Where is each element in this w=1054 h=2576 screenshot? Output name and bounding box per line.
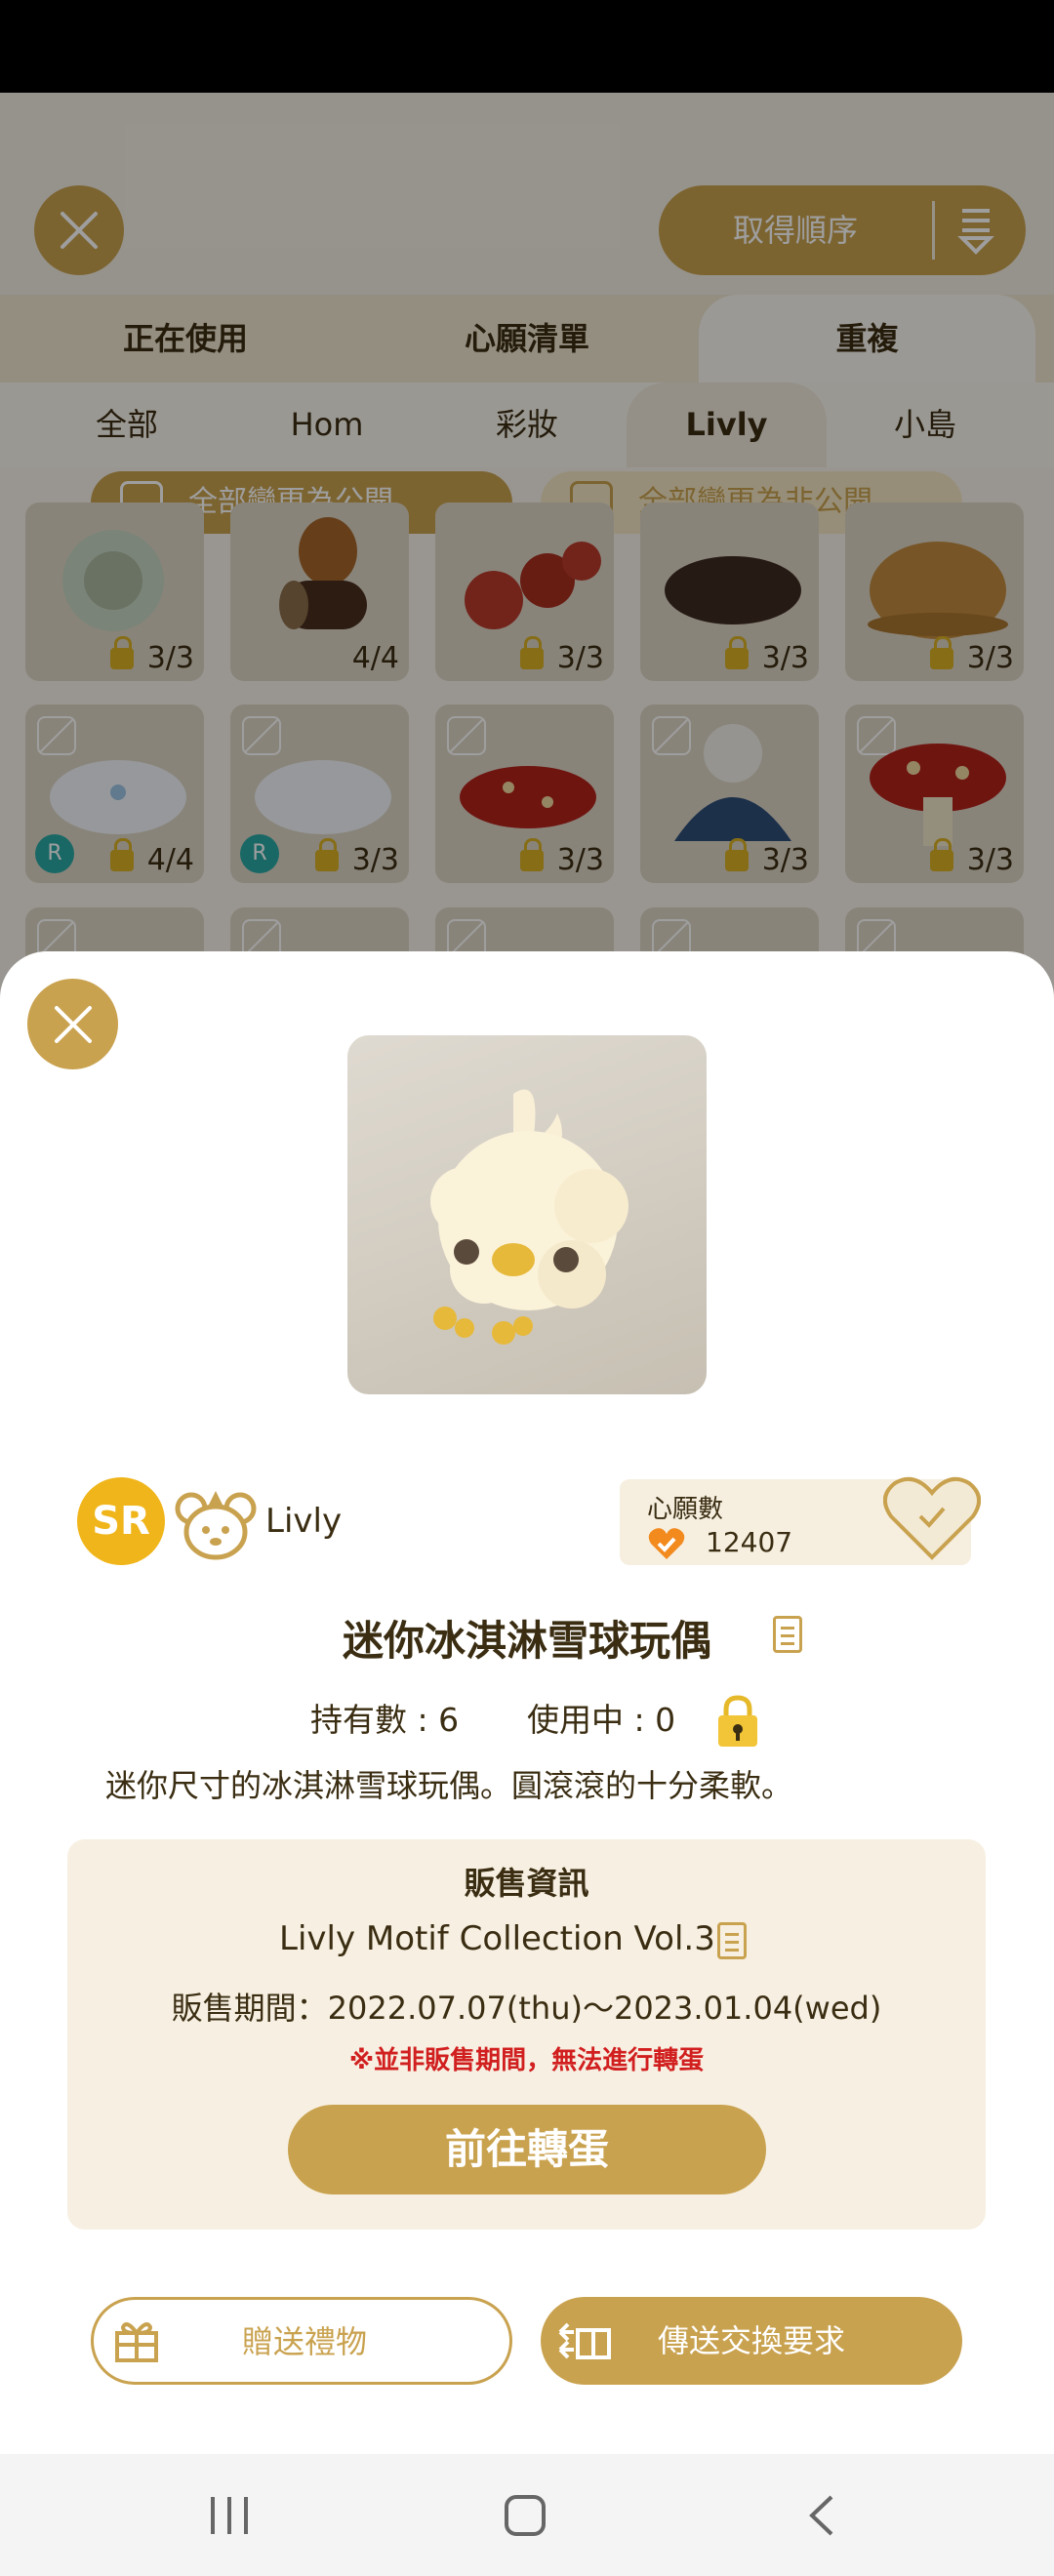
in-use-count: 使用中 : 0 — [527, 1701, 676, 1739]
rarity-sr-badge: SR — [77, 1477, 165, 1565]
livly-category-icon — [175, 1491, 257, 1560]
sale-info-title: 販售資訊 — [464, 1865, 589, 1902]
collection-doc-icon[interactable] — [717, 1922, 747, 1959]
item-image — [347, 1035, 707, 1394]
send-gift-label: 贈送禮物 — [241, 2323, 367, 2360]
sale-period: 販售期間：2022.07.07(thu)～2023.01.04(wed) — [171, 1990, 882, 2027]
back-icon[interactable] — [804, 2493, 837, 2538]
item-name: 迷你冰淇淋雪球玩偶 — [342, 1617, 711, 1665]
heart-check-icon — [648, 1528, 685, 1559]
wish-count: 12407 — [706, 1526, 793, 1558]
go-to-gacha-button[interactable]: 前往轉蛋 — [288, 2105, 766, 2194]
owned-count: 持有數 : 6 — [310, 1701, 460, 1739]
lock-icon[interactable] — [715, 1694, 760, 1749]
wish-label: 心願數 — [647, 1495, 724, 1524]
collection-name: Livly Motif Collection Vol.3 — [279, 1919, 715, 1958]
send-trade-request-button[interactable]: 傳送交換要求 — [541, 2297, 962, 2385]
copy-doc-icon[interactable] — [773, 1616, 802, 1653]
item-name-row: 迷你冰淇淋雪球玩偶 — [0, 1608, 1054, 1667]
status-bar — [0, 0, 1054, 93]
system-nav-bar — [0, 2454, 1054, 2576]
recent-apps-icon[interactable] — [205, 2495, 254, 2536]
item-description: 迷你尺寸的冰淇淋雪球玩偶。圓滾滾的十分柔軟。 — [105, 1767, 793, 1804]
sale-warning: ※並非販售期間，無法進行轉蛋 — [348, 2046, 705, 2075]
add-to-wishlist-heart-icon[interactable] — [883, 1473, 981, 1561]
close-detail-button[interactable] — [27, 979, 118, 1069]
category-label: Livly — [265, 1502, 343, 1541]
home-icon[interactable] — [503, 2493, 547, 2538]
send-gift-button[interactable]: 贈送禮物 — [91, 2297, 512, 2385]
send-trade-label: 傳送交換要求 — [657, 2322, 845, 2359]
